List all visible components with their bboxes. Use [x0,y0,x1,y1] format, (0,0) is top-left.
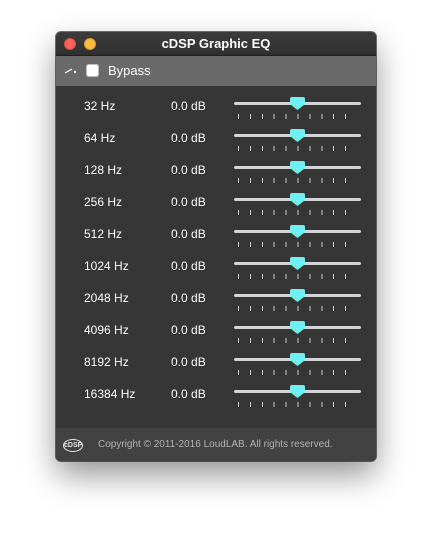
band-frequency-label: 256 Hz [84,195,123,209]
band-row: 32 Hz 0.0 dB [56,90,376,122]
band-frequency-label: 128 Hz [84,163,123,177]
band-gain-slider[interactable] [234,191,361,215]
band-gain-value: 0.0 dB [171,387,206,401]
band-frequency-label: 8192 Hz [84,355,129,369]
slider-ticks [238,114,357,119]
footer: cDSP Copyright © 2011-2016 LoudLAB. All … [56,428,376,461]
slider-ticks [238,210,357,215]
window-title: cDSP Graphic EQ [161,36,271,51]
band-frequency-label: 2048 Hz [84,291,129,305]
slider-ticks [238,178,357,183]
bypass-checkbox[interactable] [86,64,99,77]
eq-window: cDSP Graphic EQ Bypass 32 Hz 0.0 dB 64 Hz 0… [56,32,376,461]
band-gain-value: 0.0 dB [171,291,206,305]
slider-ticks [238,402,357,407]
band-gain-value: 0.0 dB [171,163,206,177]
band-gain-value: 0.0 dB [171,195,206,209]
slider-ticks [238,242,357,247]
band-frequency-label: 1024 Hz [84,259,129,273]
slider-ticks [238,306,357,311]
band-gain-value: 0.0 dB [171,131,206,145]
band-gain-slider[interactable] [234,223,361,247]
band-gain-slider[interactable] [234,95,361,119]
slider-thumb[interactable] [290,193,305,206]
band-row: 2048 Hz 0.0 dB [56,282,376,314]
switch-icon [64,68,77,74]
slider-thumb[interactable] [290,353,305,366]
band-frequency-label: 32 Hz [84,99,116,113]
band-gain-value: 0.0 dB [171,323,206,337]
band-gain-slider[interactable] [234,351,361,375]
band-gain-slider[interactable] [234,127,361,151]
band-row: 128 Hz 0.0 dB [56,154,376,186]
band-gain-value: 0.0 dB [171,259,206,273]
band-row: 256 Hz 0.0 dB [56,186,376,218]
slider-thumb[interactable] [290,385,305,398]
band-gain-value: 0.0 dB [171,99,206,113]
slider-thumb[interactable] [290,225,305,238]
band-gain-slider[interactable] [234,287,361,311]
band-row: 512 Hz 0.0 dB [56,218,376,250]
bypass-bar: Bypass [56,56,376,86]
slider-thumb[interactable] [290,161,305,174]
band-gain-value: 0.0 dB [171,355,206,369]
slider-thumb[interactable] [290,97,305,110]
band-row: 64 Hz 0.0 dB [56,122,376,154]
band-gain-slider[interactable] [234,255,361,279]
band-row: 16384 Hz 0.0 dB [56,378,376,410]
band-gain-slider[interactable] [234,383,361,407]
slider-ticks [238,370,357,375]
band-row: 4096 Hz 0.0 dB [56,314,376,346]
copyright-text: Copyright © 2011-2016 LoudLAB. All right… [98,439,333,450]
bypass-label[interactable]: Bypass [108,63,151,78]
slider-thumb[interactable] [290,289,305,302]
slider-ticks [238,274,357,279]
slider-thumb[interactable] [290,321,305,334]
band-frequency-label: 64 Hz [84,131,116,145]
band-gain-value: 0.0 dB [171,227,206,241]
band-list: 32 Hz 0.0 dB 64 Hz 0.0 dB 128 Hz 0.0 dB 256 Hz… [56,90,376,410]
slider-thumb[interactable] [290,129,305,142]
band-gain-slider[interactable] [234,159,361,183]
slider-ticks [238,146,357,151]
cdsp-logo-icon: cDSP [63,439,83,452]
band-frequency-label: 4096 Hz [84,323,129,337]
band-frequency-label: 16384 Hz [84,387,136,401]
band-row: 1024 Hz 0.0 dB [56,250,376,282]
band-gain-slider[interactable] [234,319,361,343]
band-frequency-label: 512 Hz [84,227,123,241]
band-row: 8192 Hz 0.0 dB [56,346,376,378]
slider-ticks [238,338,357,343]
slider-thumb[interactable] [290,257,305,270]
title-bar[interactable]: cDSP Graphic EQ [56,32,376,56]
